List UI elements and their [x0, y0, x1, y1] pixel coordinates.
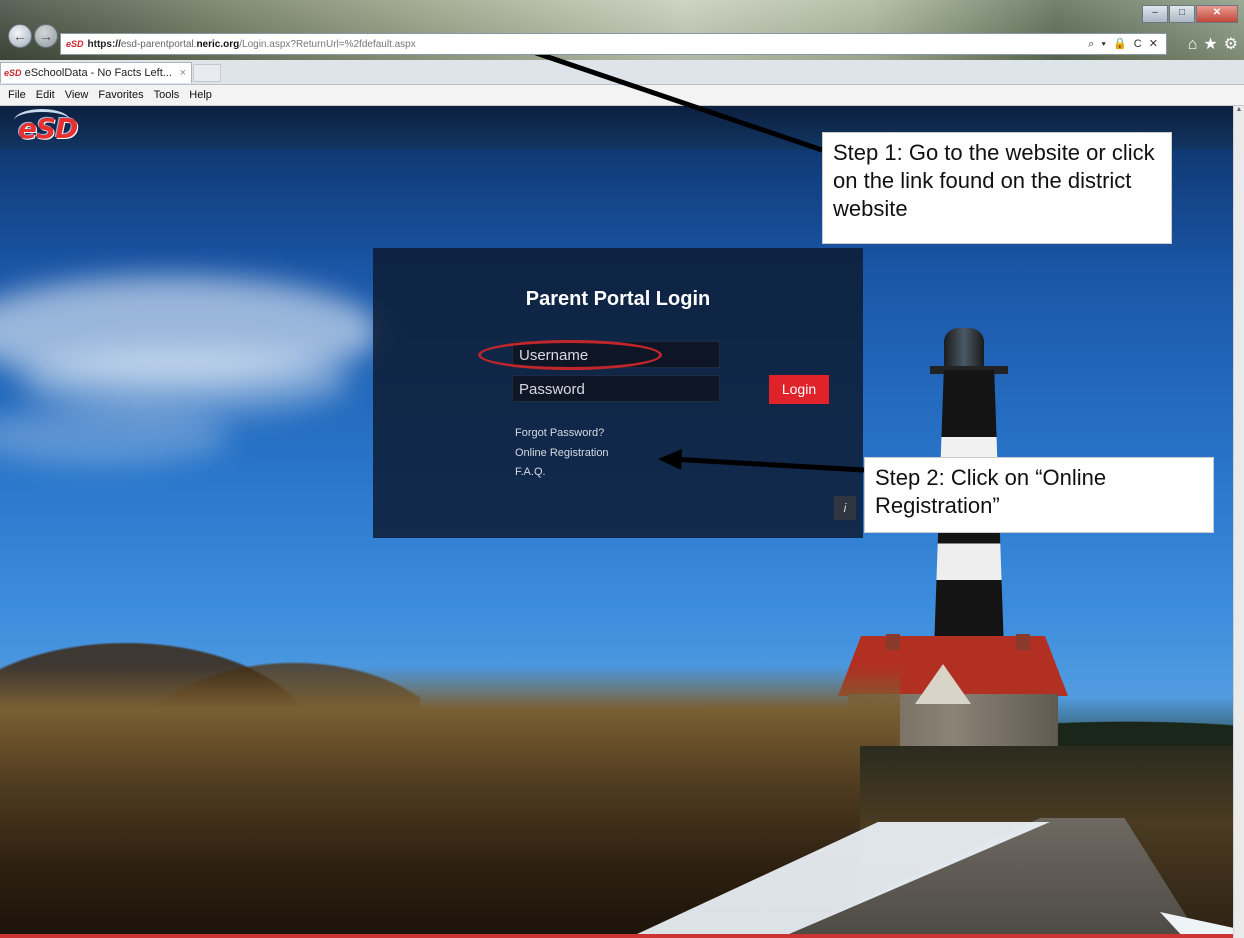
menu-file[interactable]: File — [0, 85, 31, 105]
url-domain-prefix: esd-parentportal. — [120, 39, 197, 50]
home-icon[interactable]: ⌂ — [1188, 36, 1198, 53]
login-button[interactable]: Login — [769, 375, 829, 404]
tab-close-icon[interactable]: × — [180, 63, 186, 83]
menu-edit[interactable]: Edit — [31, 85, 60, 105]
forward-button[interactable]: → — [34, 24, 58, 48]
cloud-decoration — [0, 406, 230, 466]
browser-toolbar: ⌂ ★ ⚙ — [1182, 34, 1238, 54]
url-path: /Login.aspx?ReturnUrl=%2fdefault.aspx — [239, 39, 416, 50]
menu-favorites[interactable]: Favorites — [93, 85, 148, 105]
site-favicon-icon: eSD — [66, 39, 84, 49]
address-bar-icons[interactable]: ⌕ ▾ 🔒 C ✕ — [1088, 34, 1160, 54]
menu-view[interactable]: View — [60, 85, 94, 105]
vertical-scrollbar[interactable]: ▲ — [1233, 106, 1244, 938]
cloud-decoration — [20, 346, 350, 416]
step1-callout: Step 1: Go to the website or click on th… — [822, 132, 1172, 244]
registration-highlight-ellipse — [478, 340, 662, 370]
forgot-password-link[interactable]: Forgot Password? — [515, 427, 604, 439]
minimize-button[interactable]: – — [1142, 5, 1168, 23]
address-bar[interactable]: eSD https://esd-parentportal.neric.org/Lo… — [60, 33, 1167, 55]
screenshot-frame: ← → eSD https://esd-parentportal.neric.or… — [0, 0, 1244, 938]
faq-link[interactable]: F.A.Q. — [515, 466, 546, 478]
settings-gear-icon[interactable]: ⚙ — [1224, 36, 1238, 53]
chimney — [886, 634, 900, 650]
url-domain: neric.org — [196, 39, 240, 50]
bottom-accent-strip — [0, 934, 1234, 938]
window-controls: – □ ✕ — [1141, 2, 1238, 23]
maximize-button[interactable]: □ — [1169, 5, 1195, 23]
tab-bar: eSD eSchoolData - No Facts Left... × — [0, 60, 1244, 85]
new-tab-button[interactable] — [193, 64, 221, 82]
password-input[interactable]: Password — [512, 375, 720, 402]
tab-favicon-icon: eSD — [4, 68, 22, 78]
step2-callout: Step 2: Click on “Online Registration” — [864, 457, 1214, 533]
menu-tools[interactable]: Tools — [149, 85, 185, 105]
url-protocol: https:// — [87, 39, 121, 50]
close-window-button[interactable]: ✕ — [1196, 5, 1238, 23]
menu-help[interactable]: Help — [184, 85, 217, 105]
back-button[interactable]: ← — [8, 24, 32, 48]
tab-eschooldata[interactable]: eSD eSchoolData - No Facts Left... × — [0, 62, 192, 83]
login-title: Parent Portal Login — [525, 288, 711, 310]
scroll-up-icon[interactable]: ▲ — [1234, 106, 1244, 118]
chimney — [1016, 634, 1030, 650]
favorites-star-icon[interactable]: ★ — [1203, 36, 1217, 53]
online-registration-link[interactable]: Online Registration — [515, 447, 609, 459]
esd-logo[interactable]: eSD — [18, 112, 78, 145]
login-panel: Parent Portal Login Username Password Lo… — [373, 248, 863, 538]
menu-bar: File Edit View Favorites Tools Help — [0, 85, 1244, 106]
info-button[interactable]: i — [834, 496, 856, 520]
tab-title: eSchoolData - No Facts Left... — [24, 67, 172, 79]
